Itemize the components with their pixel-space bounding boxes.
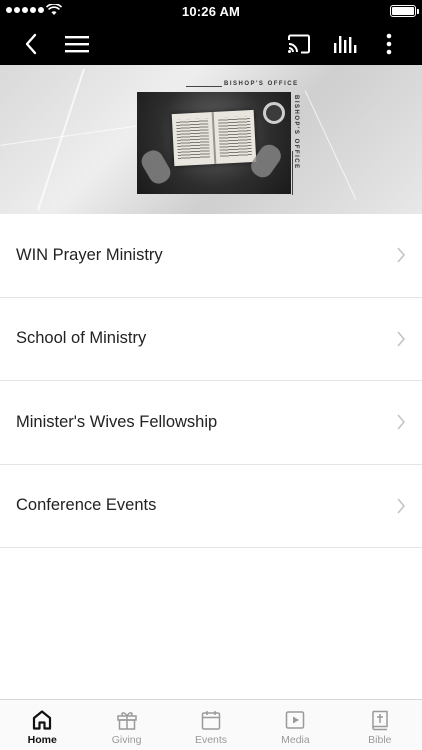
menu-icon[interactable] [64,22,90,65]
tab-media[interactable]: Media [253,700,337,750]
equalizer-icon[interactable] [332,22,358,65]
bishops-office-banner: BISHOP'S OFFICE BISHOP'S OFFICE [0,65,422,214]
list-item-label: Conference Events [16,496,157,515]
list-item-ministers-wives-fellowship[interactable]: Minister's Wives Fellowship [0,381,422,465]
status-bar: 10:26 AM [0,0,422,22]
chevron-right-icon [397,414,406,430]
ministry-list: WIN Prayer Ministry School of Ministry M… [0,214,422,548]
play-icon [286,711,305,729]
banner-label-vertical: BISHOP'S OFFICE [293,95,299,170]
tab-bar: Home Giving Events Media Bible [0,699,422,750]
more-vertical-icon[interactable] [378,22,400,65]
tab-label: Home [27,734,57,746]
home-icon [33,710,52,730]
tab-label: Giving [111,734,142,746]
chevron-right-icon [397,498,406,514]
texture-crack [0,125,140,146]
calendar-icon [201,711,221,730]
list-item-win-prayer-ministry[interactable]: WIN Prayer Ministry [0,214,422,298]
list-item-label: School of Ministry [16,329,147,348]
tab-events[interactable]: Events [169,700,253,750]
tab-giving[interactable]: Giving [84,700,168,750]
coffee-cup-shape [263,102,285,124]
gift-icon [116,712,137,730]
tab-label: Bible [368,734,392,746]
chevron-right-icon [397,331,406,347]
hand-shape [137,146,175,188]
back-icon[interactable] [18,22,44,65]
cast-icon[interactable] [286,22,312,65]
chevron-right-icon [397,247,406,263]
tab-label: Media [281,734,310,746]
bible-icon [372,710,388,731]
status-time: 10:26 AM [181,4,241,19]
list-item-label: Minister's Wives Fellowship [16,412,218,431]
bible-photo [137,92,291,194]
tab-label: Events [194,734,228,746]
open-book-shape [171,109,257,167]
list-item-label: WIN Prayer Ministry [16,245,163,264]
banner-divider-vertical [292,151,293,195]
tab-bible[interactable]: Bible [338,700,422,750]
battery-icon [390,5,419,17]
texture-crack [304,90,357,200]
tab-home[interactable]: Home [0,700,84,750]
banner-label: BISHOP'S OFFICE [224,81,299,87]
list-item-conference-events[interactable]: Conference Events [0,465,422,548]
nav-bar [0,22,422,65]
banner-divider [186,86,222,87]
list-item-school-of-ministry[interactable]: School of Ministry [0,298,422,381]
